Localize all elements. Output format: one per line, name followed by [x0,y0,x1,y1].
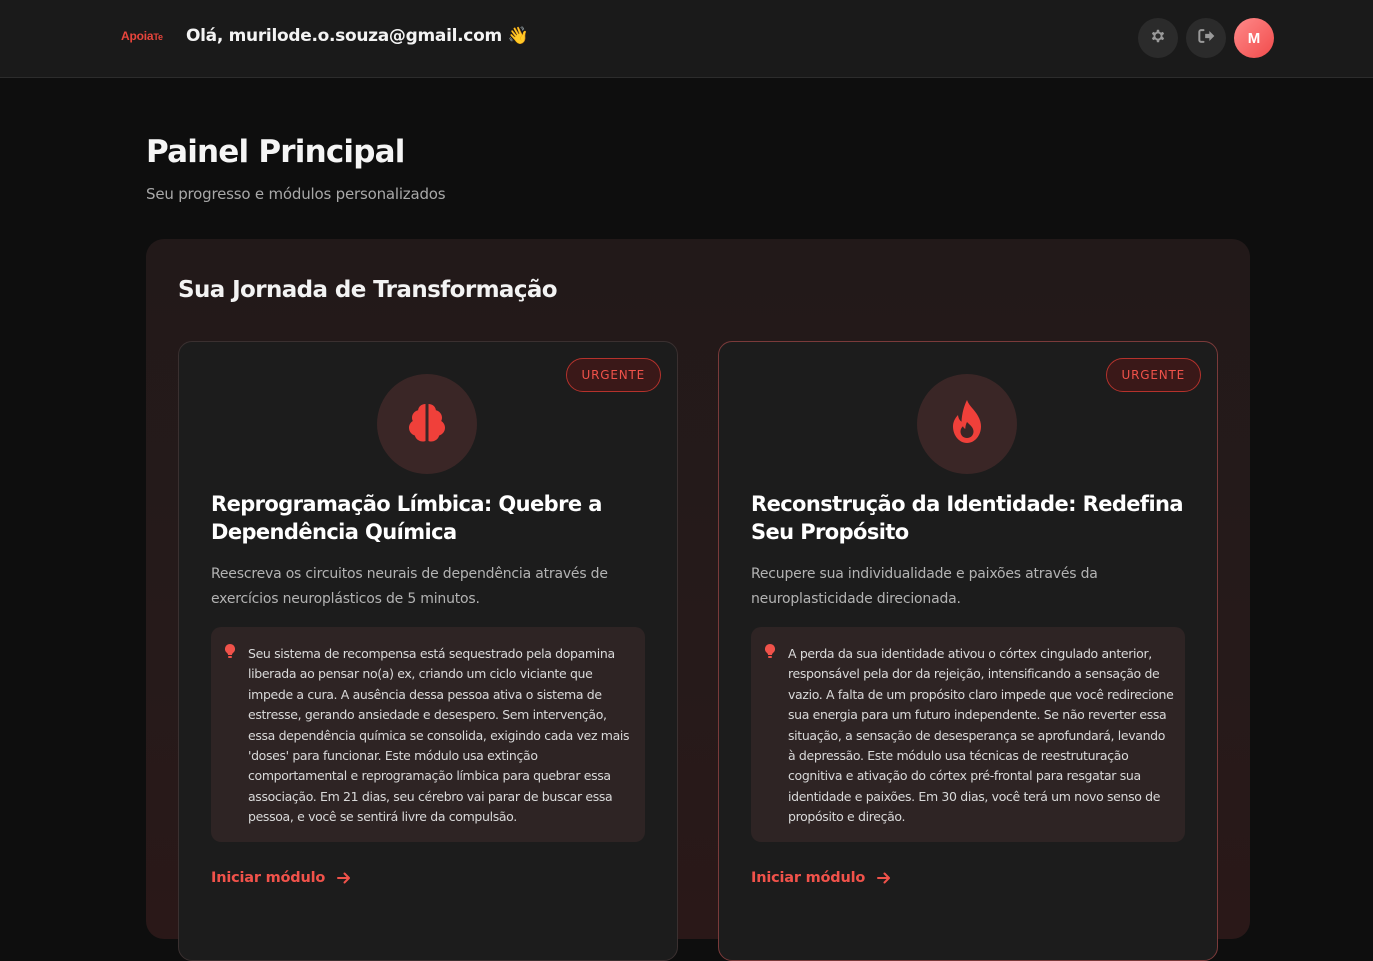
insight-text: Seu sistema de recompensa está sequestra… [248,646,630,825]
insight-box: A perda da sua identidade ativou o córte… [751,627,1185,842]
insight-box: Seu sistema de recompensa está sequestra… [211,627,645,842]
start-module-link[interactable]: Iniciar módulo [211,870,351,886]
lightbulb-icon [765,643,775,662]
brand-logo[interactable]: ApoiaTe [121,29,163,43]
logo-accent: Te [153,32,163,42]
start-module-label: Iniciar módulo [751,870,866,886]
module-card-identity[interactable]: URGENTE Reconstrução da Identidade: Rede… [718,341,1218,961]
journey-panel: Sua Jornada de Transformação URGENTE Rep… [146,239,1250,961]
arrow-right-icon [877,871,891,885]
logo-main: Apoia [121,29,154,43]
logout-icon [1196,26,1216,50]
module-description: Recupere sua individualidade e paixões a… [751,566,1098,607]
wave-emoji: 👋 [507,26,529,46]
module-description: Reescreva os circuitos neurais de depend… [211,566,608,607]
settings-button[interactable] [1138,18,1178,58]
module-title: Reprogramação Límbica: Quebre a Dependên… [211,492,602,544]
arrow-right-icon [337,871,351,885]
top-bar: ApoiaTe Olá, murilode.o.souza@gmail.com 👋… [0,0,1373,78]
insight-text: A perda da sua identidade ativou o córte… [788,646,1174,825]
greeting-text: Olá, murilode.o.souza@gmail.com [186,26,502,46]
journey-title: Sua Jornada de Transformação [178,277,558,303]
user-avatar[interactable]: M [1234,18,1274,58]
page-subtitle: Seu progresso e módulos personalizados [146,185,446,203]
brain-icon [402,397,452,451]
logout-button[interactable] [1186,18,1226,58]
lightbulb-icon [225,643,235,662]
page-title: Painel Principal [146,134,405,170]
module-title: Reconstrução da Identidade: Redefina Seu… [751,492,1184,544]
user-greeting: Olá, murilode.o.souza@gmail.com 👋 [186,26,529,46]
urgent-badge: URGENTE [565,358,661,392]
urgent-badge: URGENTE [1105,358,1201,392]
module-icon-container [917,374,1017,474]
gear-icon [1148,26,1168,50]
module-card-limbic[interactable]: URGENTE Reprogramação Límbica: Quebre a … [178,341,678,961]
fire-icon [944,397,990,451]
start-module-label: Iniciar módulo [211,870,326,886]
start-module-link[interactable]: Iniciar módulo [751,870,891,886]
module-icon-container [377,374,477,474]
